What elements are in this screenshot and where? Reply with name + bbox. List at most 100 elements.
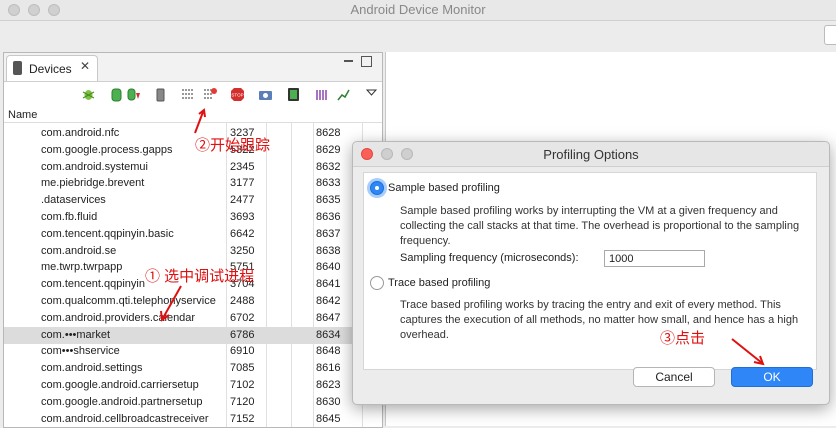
process-pid: 3177 <box>230 177 255 190</box>
sampling-frequency-input[interactable]: 1000 <box>604 250 705 267</box>
annotation-arrow-step1 <box>160 285 182 322</box>
process-port: 8633 <box>316 177 341 190</box>
process-name: com•••shservice <box>41 345 120 358</box>
process-row[interactable]: com.qualcomm.qti.telephonyservice 2488 864… <box>4 293 382 310</box>
process-row[interactable]: com.google.process.gapps 5322 8629 <box>4 142 382 159</box>
process-port: 8638 <box>316 244 341 257</box>
process-port: 8616 <box>316 362 341 375</box>
process-row[interactable]: com.tencent.qqpinyin.basic 6642 8637 <box>4 226 382 243</box>
tab-devices[interactable]: Devices ✕ <box>6 55 98 81</box>
process-name: com.google.android.carriersetup <box>41 379 199 391</box>
process-pid: 6702 <box>230 311 255 324</box>
process-name: com.•••market <box>41 328 111 341</box>
process-port: 8630 <box>316 395 341 408</box>
process-name: .dataservices <box>41 194 106 207</box>
process-row[interactable]: com.google.android.partnersetup 7120 8630 <box>4 394 382 411</box>
start-method-profiling-icon[interactable] <box>202 87 217 102</box>
devices-tabbar: Devices ✕ <box>4 53 382 82</box>
process-name: com.android.nfc <box>41 127 120 139</box>
svg-text:STOP: STOP <box>231 93 243 98</box>
devices-toolbar: STOP <box>4 82 382 108</box>
process-name: com.android.settings <box>41 362 143 375</box>
process-name: com.fb.fluid <box>41 211 98 223</box>
sampling-frequency-label: Sampling frequency (microseconds): <box>400 252 579 264</box>
sample-profiling-radio[interactable] <box>370 181 384 195</box>
process-pid: 7085 <box>230 362 255 375</box>
process-row[interactable]: com.google.android.carriersetup 7102 8623 <box>4 377 382 394</box>
debug-bug-icon[interactable] <box>81 87 96 102</box>
process-pid: 7152 <box>230 412 255 425</box>
process-row[interactable]: com.fb.fluid 3693 8636 <box>4 209 382 226</box>
process-row[interactable]: com.android.settings 7085 8616 <box>4 360 382 377</box>
process-row[interactable]: com.android.systemui 2345 8632 <box>4 159 382 176</box>
view-menu-chevron-down-icon[interactable] <box>364 85 379 100</box>
stop-process-icon[interactable]: STOP <box>230 87 245 102</box>
process-port: 8642 <box>316 295 341 307</box>
process-row[interactable]: com.android.se 3250 8638 <box>4 243 382 260</box>
process-pid: 2345 <box>230 160 255 173</box>
process-port: 8628 <box>316 127 341 139</box>
process-pid: 2477 <box>230 194 255 207</box>
process-port: 8648 <box>316 345 341 358</box>
process-name: com.android.systemui <box>41 160 148 173</box>
trace-profiling-label[interactable]: Trace based profiling <box>388 277 490 289</box>
process-port: 8637 <box>316 227 341 240</box>
phone-icon <box>13 61 22 75</box>
process-row[interactable]: com.•••market 6786 8634 <box>4 326 382 344</box>
annotation-step1: ① 选中调试进程 <box>145 268 255 285</box>
process-pid: 6786 <box>230 328 255 341</box>
process-pid: 3250 <box>230 244 255 257</box>
process-row[interactable]: com.android.cellbroadcastreceiver 7152 864… <box>4 411 382 428</box>
minimize-view-icon[interactable] <box>344 60 353 62</box>
dump-view-hierarchy-icon[interactable] <box>286 87 301 102</box>
process-name: com.tencent.qqpinyin.basic <box>41 227 174 240</box>
process-row[interactable]: me.piebridge.brevent 3177 8633 <box>4 175 382 192</box>
screen-capture-icon[interactable] <box>258 87 273 102</box>
process-name: com.android.cellbroadcastreceiver <box>41 412 209 425</box>
annotation-arrow-step2 <box>194 108 206 134</box>
process-port: 8635 <box>316 194 341 207</box>
process-pid: 6910 <box>230 345 255 358</box>
process-pid: 7102 <box>230 379 255 391</box>
process-row[interactable]: com.android.providers.calendar 6702 8647 <box>4 310 382 327</box>
systrace-icon[interactable] <box>314 87 329 102</box>
column-header-label: Name <box>8 109 38 121</box>
sample-profiling-label[interactable]: Sample based profiling <box>388 182 500 194</box>
ok-button[interactable]: OK <box>731 367 813 387</box>
update-heap-icon[interactable] <box>109 87 124 102</box>
close-tab-icon[interactable]: ✕ <box>80 59 90 73</box>
tab-devices-label: Devices <box>29 62 72 76</box>
process-port: 8641 <box>316 278 341 291</box>
annotation-step3: ③点击 <box>660 330 706 347</box>
process-row[interactable]: .dataservices 2477 8635 <box>4 192 382 209</box>
process-name: me.piebridge.brevent <box>41 177 145 190</box>
window-title: Android Device Monitor <box>350 2 486 17</box>
process-port: 8632 <box>316 160 341 173</box>
process-port: 8634 <box>316 328 341 341</box>
process-port: 8629 <box>316 143 341 156</box>
process-pid: 6642 <box>230 227 255 240</box>
trace-profiling-radio[interactable] <box>370 276 384 290</box>
dialog-title: Profiling Options <box>543 147 639 162</box>
cause-gc-icon[interactable] <box>153 87 168 102</box>
maximize-view-icon[interactable] <box>361 56 372 67</box>
process-row[interactable]: com•••shservice 6910 8648 <box>4 343 382 360</box>
annotation-step2: ②开始跟踪 <box>195 137 271 154</box>
process-name: me.twrp.twrpapp <box>41 261 123 274</box>
main-toolbar <box>0 21 836 49</box>
process-name: com.google.process.gapps <box>41 143 173 156</box>
process-name: com.tencent.qqpinyin <box>41 278 145 291</box>
process-name: com.google.android.partnersetup <box>41 395 203 408</box>
window-titlebar: Android Device Monitor <box>0 0 836 21</box>
process-port: 8647 <box>316 311 341 324</box>
annotation-arrow-step3 <box>731 338 765 366</box>
sample-profiling-description: Sample based profiling works by interrup… <box>400 205 800 247</box>
opengl-trace-icon[interactable] <box>336 87 351 102</box>
process-port: 8640 <box>316 261 341 274</box>
process-pid: 2488 <box>230 295 255 307</box>
perspective-switcher[interactable] <box>824 25 836 45</box>
process-name: com.android.se <box>41 244 117 257</box>
cancel-button[interactable]: Cancel <box>633 367 715 387</box>
dump-hprof-icon[interactable] <box>126 87 141 102</box>
update-threads-icon[interactable] <box>180 87 195 102</box>
